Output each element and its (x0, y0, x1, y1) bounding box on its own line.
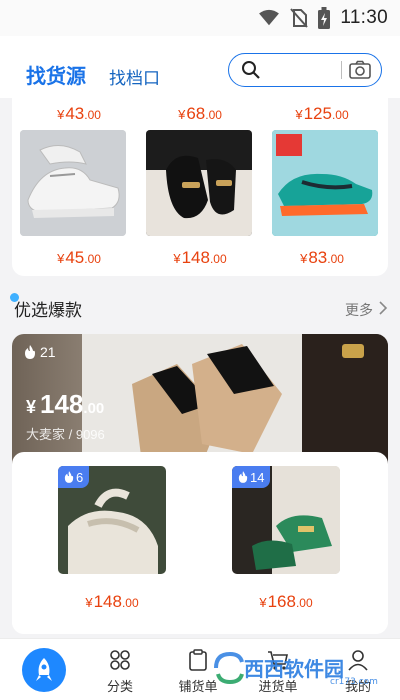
watermark-text: 西西软件园 (244, 657, 344, 681)
top-header: 找货源 找档口 (0, 36, 400, 98)
product-image-white-sneaker[interactable] (20, 130, 126, 236)
rocket-icon (36, 658, 52, 681)
tab-find-goods[interactable]: 找货源 (26, 60, 86, 89)
chevron-right-icon[interactable] (378, 300, 388, 316)
tab-category[interactable]: 分类 (85, 649, 155, 695)
product-price: ¥168.00 (259, 592, 313, 611)
category-grid-icon (110, 650, 130, 670)
product-price: ¥148.00 (85, 592, 139, 611)
featured-banner-image[interactable]: 21 ¥148.00 大麦家 / 9096 (12, 334, 388, 466)
camera-icon[interactable] (349, 60, 371, 80)
fire-icon (64, 471, 74, 483)
product-price: ¥43.00 (57, 104, 101, 123)
product-price: ¥125.00 (295, 104, 349, 123)
search-input[interactable] (228, 53, 382, 87)
product-grid-card: ¥43.00 ¥68.00 ¥125.00 ¥45.00 ¥148.00 ¥83… (12, 98, 388, 276)
tab-find-stalls[interactable]: 找档口 (109, 64, 160, 89)
status-bar: 11:30 (0, 0, 400, 36)
fire-icon (238, 471, 248, 483)
fire-icon (25, 345, 35, 359)
search-icon (242, 61, 260, 79)
no-sim-icon (290, 8, 309, 28)
product-price: ¥83.00 (300, 248, 344, 267)
product-image-cream-mary-jane[interactable]: 6 (58, 466, 166, 574)
clock: 11:30 (340, 7, 388, 28)
battery-charging-icon (318, 7, 331, 29)
product-image-green-loafer[interactable]: 14 (232, 466, 340, 574)
product-price: ¥148.00 (173, 248, 227, 267)
more-link[interactable]: 更多 (345, 300, 373, 320)
wifi-icon (259, 9, 280, 26)
product-price: ¥68.00 (178, 104, 222, 123)
hot-badge: 6 (58, 466, 90, 488)
product-image-black-loafer[interactable] (146, 130, 252, 236)
site-watermark: 西西软件园 cr173.com (212, 650, 392, 687)
product-image-teal-running-shoe[interactable] (272, 130, 378, 236)
featured-card[interactable]: 21 ¥148.00 大麦家 / 9096 6 14 ¥148.00 ¥168.… (12, 334, 388, 634)
home-tab-button[interactable] (22, 648, 66, 692)
section-title: 优选爆款 (14, 301, 82, 320)
featured-hot-count: 21 (24, 344, 56, 360)
featured-price: ¥148.00 (26, 389, 105, 419)
product-price: ¥45.00 (57, 248, 101, 267)
hot-badge: 14 (232, 466, 271, 488)
search-divider (341, 61, 342, 79)
featured-shop: 大麦家 / 9096 (26, 427, 105, 442)
featured-sub-items: 6 14 ¥148.00 ¥168.00 (12, 452, 388, 634)
clipboard-icon (189, 649, 207, 671)
watermark-url: cr173.com (330, 677, 378, 686)
